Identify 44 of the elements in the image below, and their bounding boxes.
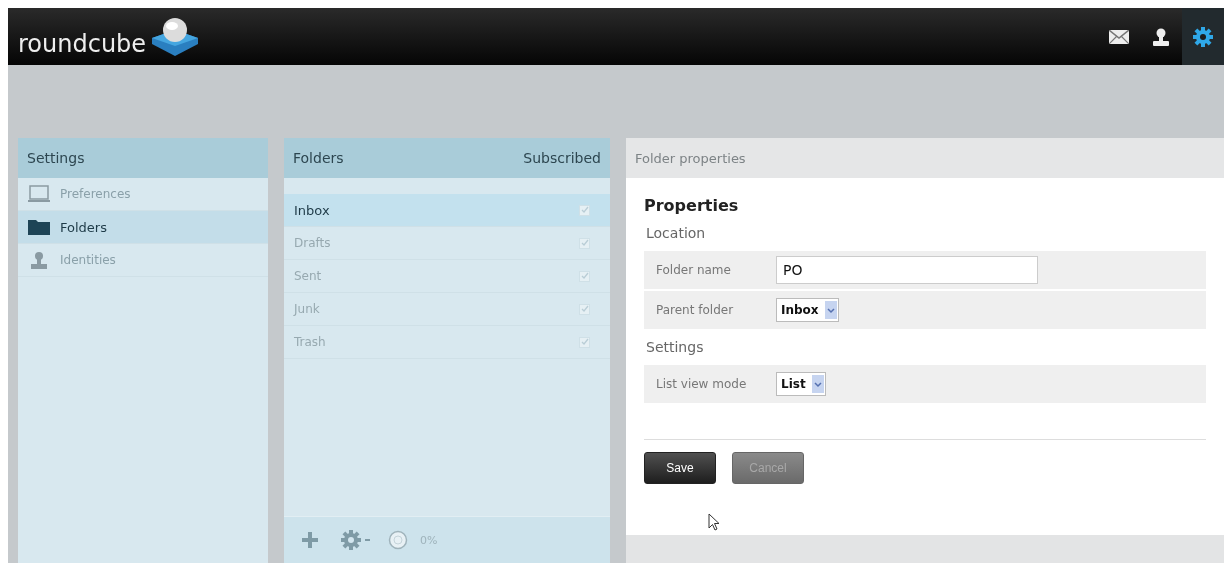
logo-text: roundcube	[18, 29, 147, 58]
folder-row[interactable]: Sent	[284, 260, 610, 293]
cube-logo-icon	[150, 15, 201, 58]
subscribe-checkbox[interactable]	[579, 303, 590, 315]
panel-title: Folder properties	[635, 150, 746, 166]
fieldset-title: Settings	[646, 339, 705, 355]
monitor-icon	[28, 185, 50, 203]
plus-icon	[300, 530, 320, 550]
folder-name: Junk	[294, 302, 320, 316]
envelope-icon	[1109, 29, 1129, 44]
person-icon	[1152, 26, 1170, 47]
subscribe-checkbox[interactable]	[579, 270, 590, 282]
gear-icon	[1192, 25, 1214, 48]
folder-name: Sent	[294, 269, 322, 283]
panel-title: Settings	[27, 150, 85, 166]
text-input[interactable]: PO	[776, 256, 1038, 284]
folder-name: Inbox	[294, 202, 330, 218]
cursor-icon	[708, 513, 720, 531]
subscribe-checkbox[interactable]	[579, 237, 590, 249]
dropdown[interactable]: Inbox	[776, 298, 839, 322]
section-heading: Properties	[644, 196, 740, 215]
save-button[interactable]: Save	[644, 452, 716, 484]
folder-name: Drafts	[294, 236, 331, 250]
settings-button[interactable]	[1182, 8, 1224, 65]
pie-chart-icon	[388, 530, 408, 550]
folder-name: Trash	[294, 335, 326, 349]
subscribe-checkbox[interactable]	[579, 204, 590, 216]
settings-item[interactable]: Identities	[18, 244, 268, 277]
fieldset-title: Location	[646, 225, 707, 241]
folder-row[interactable]: Inbox	[284, 194, 610, 227]
panel-title: Folders	[293, 150, 344, 166]
gear-icon	[340, 529, 372, 551]
field-label: Parent folder	[656, 303, 735, 317]
field-label: Folder name	[656, 263, 732, 277]
dropdown[interactable]: List	[776, 372, 826, 396]
person-icon	[28, 251, 50, 269]
subscribe-checkbox[interactable]	[579, 336, 590, 348]
folder-icon	[28, 218, 50, 236]
folder-row[interactable]: Drafts	[284, 227, 610, 260]
column-heading: Subscribed	[523, 150, 601, 166]
field-label: List view mode	[656, 377, 748, 391]
settings-item[interactable]: Folders	[18, 211, 268, 244]
folder-row[interactable]: Trash	[284, 326, 610, 359]
folder-row[interactable]: Junk	[284, 293, 610, 326]
